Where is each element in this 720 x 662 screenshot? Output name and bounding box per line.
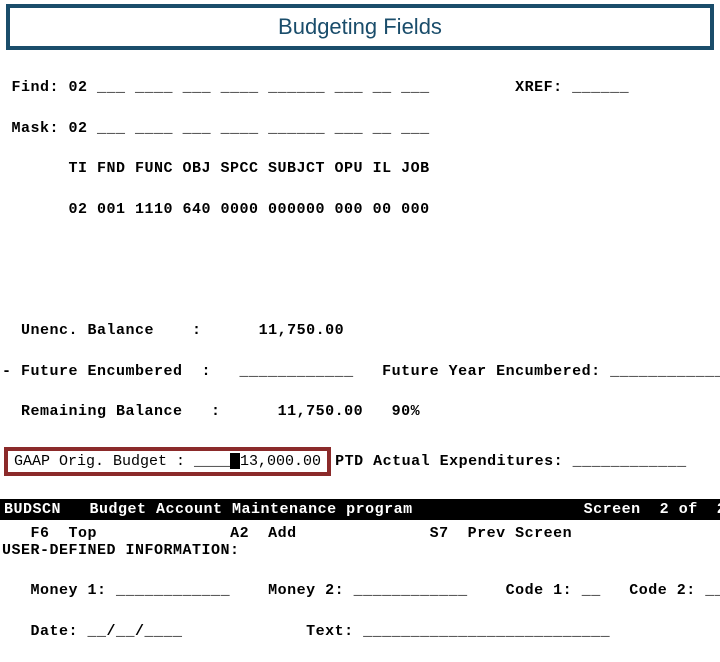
- future-year-label: Future Year Encumbered:: [382, 363, 601, 380]
- userdef-date-line: Date: __/__/____ Text: _________________…: [2, 622, 720, 642]
- money1-label: Money 1:: [31, 582, 107, 599]
- mask-headers: TI FND FUNC OBJ SPCC SUBJCT OPU IL JOB: [2, 159, 720, 179]
- footer-status-bar: BUDSCN Budget Account Maintenance progra…: [0, 499, 720, 520]
- key-a2[interactable]: A2 Add: [230, 525, 297, 542]
- find-line: Find: 02 ___ ____ ___ ____ ______ ___ __…: [2, 78, 720, 98]
- future-enc-line: - Future Encumbered : ____________ Futur…: [2, 362, 720, 382]
- mask-label: Mask:: [12, 120, 60, 137]
- date-label: Date:: [31, 623, 79, 640]
- xref-label: XREF:: [515, 79, 563, 96]
- program-name: Budget Account Maintenance program: [90, 501, 413, 518]
- code1-label: Code 1:: [506, 582, 573, 599]
- remaining-value: 11,750.00: [278, 403, 364, 420]
- xref-value[interactable]: ______: [572, 79, 629, 96]
- screen-of: of: [679, 501, 698, 518]
- code2-value[interactable]: __: [705, 582, 720, 599]
- gaap-label: GAAP Orig. Budget: [14, 453, 167, 470]
- page-title: Budgeting Fields: [278, 14, 442, 39]
- userdef-heading: USER-DEFINED INFORMATION:: [2, 541, 720, 561]
- unenc-value: 11,750.00: [259, 322, 345, 339]
- ptd-label: PTD Actual Expenditures:: [335, 453, 563, 470]
- footer-function-keys: F6 Top A2 Add S7 Prev Screen: [0, 525, 720, 542]
- text-value[interactable]: __________________________: [363, 623, 610, 640]
- future-enc-label: - Future Encumbered: [2, 363, 183, 380]
- remaining-label: Remaining Balance: [21, 403, 183, 420]
- find-value[interactable]: 02 ___ ____ ___ ____ ______ ___ __ ___: [69, 79, 430, 96]
- gaap-value[interactable]: 13,000.00: [240, 453, 321, 470]
- code2-label: Code 2:: [629, 582, 696, 599]
- date-value[interactable]: __/__/____: [88, 623, 183, 640]
- key-s7[interactable]: S7 Prev Screen: [430, 525, 573, 542]
- screen-label: Screen: [584, 501, 641, 518]
- unenc-line: Unenc. Balance : 11,750.00: [2, 321, 720, 341]
- money2-value[interactable]: ____________: [354, 582, 468, 599]
- program-code: BUDSCN: [4, 501, 61, 518]
- gaap-highlight-box: GAAP Orig. Budget : ____13,000.00: [4, 447, 331, 476]
- screen-current: 2: [660, 501, 670, 518]
- code1-value[interactable]: __: [582, 582, 601, 599]
- text-label: Text:: [306, 623, 354, 640]
- unenc-label: Unenc. Balance: [21, 322, 154, 339]
- mask-data: 02 001 1110 640 0000 000000 000 00 000: [2, 200, 720, 220]
- title-bar: Budgeting Fields: [6, 4, 714, 50]
- mask-value[interactable]: 02 ___ ____ ___ ____ ______ ___ __ ___: [69, 120, 430, 137]
- future-enc-value[interactable]: ____________: [240, 363, 354, 380]
- key-f6[interactable]: F6 Top: [31, 525, 98, 542]
- ptd-value[interactable]: ____________: [573, 453, 687, 470]
- gaap-row-container: GAAP Orig. Budget : ____13,000.00 PTD Ac…: [0, 447, 720, 476]
- future-year-value[interactable]: ____________: [610, 363, 720, 380]
- mask-line: Mask: 02 ___ ____ ___ ____ ______ ___ __…: [2, 119, 720, 139]
- terminal-screen: Find: 02 ___ ____ ___ ____ ______ ___ __…: [0, 58, 720, 443]
- money1-value[interactable]: ____________: [116, 582, 230, 599]
- remaining-line: Remaining Balance : 11,750.00 90%: [2, 402, 720, 422]
- remaining-pct: 90%: [392, 403, 421, 420]
- money2-label: Money 2:: [268, 582, 344, 599]
- find-label: Find:: [12, 79, 60, 96]
- userdef-money-line: Money 1: ____________ Money 2: _________…: [2, 581, 720, 601]
- cursor-icon: [230, 453, 240, 469]
